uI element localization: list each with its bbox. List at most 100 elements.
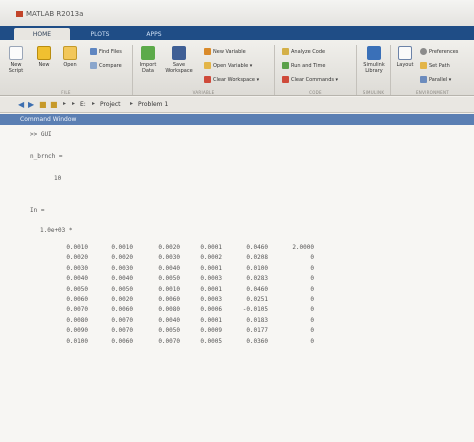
path-root-chevron-icon: ▸ [63,100,67,107]
variable-name-in: In = [30,207,45,214]
matrix-cell: 0.0050 [158,327,180,335]
parallel-button[interactable]: Parallel ▾ [420,76,451,83]
analyze-code-icon [282,48,289,55]
run-and-time-button[interactable]: Run and Time [282,62,325,69]
matrix-cell: 0.0050 [111,285,133,293]
path-segment-problem[interactable]: Problem 1 [138,101,168,108]
matrix-cell: 0.0080 [158,306,180,314]
matrix-cell: 0.0003 [200,296,222,303]
open-button[interactable]: Open [58,46,82,68]
new-variable-icon [204,48,211,55]
matrix-cell: 0.0001 [200,244,222,251]
matrix-cell: 0.0070 [158,337,180,345]
save-workspace-icon [172,46,186,60]
clear-commands-icon [282,76,289,83]
find-files-button[interactable]: Find Files [90,48,122,55]
new-script-icon [9,46,23,60]
run-and-time-label: Run and Time [291,63,326,69]
analyze-code-button[interactable]: Analyze Code [282,48,325,55]
matrix-cell: 0.0006 [200,306,222,314]
new-variable-button[interactable]: New Variable [204,48,246,55]
matrix-cell: 0.0005 [200,337,222,345]
matrix-cell: 2.0000 [292,244,314,251]
matlab-logo-icon [16,11,23,17]
matrix-cell: 0.0020 [111,296,133,303]
command-prompt-line: >> GUI [30,131,52,138]
matrix-cell: 0.0070 [111,327,133,335]
clear-workspace-button[interactable]: Clear Workspace ▾ [204,76,259,83]
open-variable-icon [204,62,211,69]
clear-commands-button[interactable]: Clear Commands ▾ [282,76,338,83]
group-label-simulink: SIMULINK [362,90,385,95]
analyze-code-label: Analyze Code [291,49,326,55]
matrix-cell: 0 [310,327,314,335]
matrix-cell: 0.0050 [158,275,180,283]
import-data-icon [141,46,155,60]
matrix-cell: 0 [310,316,314,324]
new-script-button[interactable]: New Script [3,46,29,74]
path-separator-icon: ▸ [92,100,96,107]
matrix-cell: 0.0040 [158,316,180,324]
forward-arrow-icon[interactable]: ▶ [28,100,34,109]
ribbon-toolbar: New Script New Open Find Files Compare I… [0,40,474,96]
group-separator [132,45,133,95]
path-segment-project[interactable]: Project [100,101,121,108]
import-data-button[interactable]: Import Data [135,46,161,74]
new-script-label: New Script [8,62,24,74]
parallel-label: Parallel ▾ [429,77,452,83]
simulink-library-button[interactable]: Simulink Library [360,46,388,74]
new-icon [37,46,51,60]
compare-label: Compare [99,63,122,69]
command-window[interactable]: >> GUI n_brnch = 10 In = 1.0e+03 * 0.001… [0,125,474,442]
matrix-cell: 0 [310,337,314,345]
path-separator-icon: ▸ [130,100,134,107]
matrix-cell: 0.0183 [246,316,268,324]
tab-home[interactable]: HOME [14,28,70,40]
set-path-button[interactable]: Set Path [420,62,450,69]
gear-icon [420,48,427,55]
matrix-cell: 0.0040 [111,275,133,283]
matrix-cell: 0.0001 [200,264,222,272]
save-workspace-button[interactable]: Save Workspace [163,46,195,74]
open-folder-icon [63,46,77,60]
up-folder-icon[interactable]: ■ [39,100,47,109]
matrix-cell: 0.0009 [200,327,222,335]
open-variable-button[interactable]: Open Variable ▾ [204,62,252,69]
matrix-cell: 0.0070 [111,316,133,324]
matrix-cell: 0.0020 [111,254,133,262]
tab-apps[interactable]: APPS [134,28,174,40]
open-variable-label: Open Variable ▾ [213,63,253,69]
compare-button[interactable]: Compare [90,62,122,69]
layout-button[interactable]: Layout [393,46,417,68]
matrix-cell: 0 [310,296,314,303]
path-segment-drive[interactable]: E: [80,101,86,108]
current-folder-bar: ◀ ▶ ■ ■ ▸ ▸ E: ▸ Project ▸ Problem 1 [0,97,474,113]
preferences-button[interactable]: Preferences [420,48,458,55]
new-button[interactable]: New [32,46,56,68]
matrix-cell: 0.0002 [200,254,222,262]
clear-commands-label: Clear Commands ▾ [291,77,339,83]
matrix-cell: 0.0208 [246,254,268,262]
parallel-icon [420,76,427,83]
save-workspace-label: Save Workspace [165,62,193,74]
group-label-variable: VARIABLE [192,90,215,95]
matrix-cell: 0.0060 [111,306,133,314]
clear-workspace-icon [204,76,211,83]
title-bar: MATLAB R2013a [0,0,474,26]
new-label: New [38,62,50,68]
group-label-environment: ENVIRONMENT [415,90,450,95]
command-window-header: Command Window [0,114,474,125]
back-arrow-icon[interactable]: ◀ [18,100,24,109]
open-label: Open [63,62,77,68]
matrix-cell: 0.0001 [200,316,222,324]
matrix-cell: 0.0090 [66,327,88,335]
browse-folder-icon[interactable]: ■ [50,100,58,109]
tab-plots[interactable]: PLOTS [78,28,122,40]
matrix-cell: 0 [310,264,314,272]
matrix-cell: -0.0105 [242,306,268,314]
matrix-cell: 0.0050 [66,285,88,293]
group-label-file: FILE [61,90,71,95]
simulink-library-label: Simulink Library [363,62,385,74]
window-title: MATLAB R2013a [26,10,84,18]
matrix-cell: 0 [310,306,314,314]
